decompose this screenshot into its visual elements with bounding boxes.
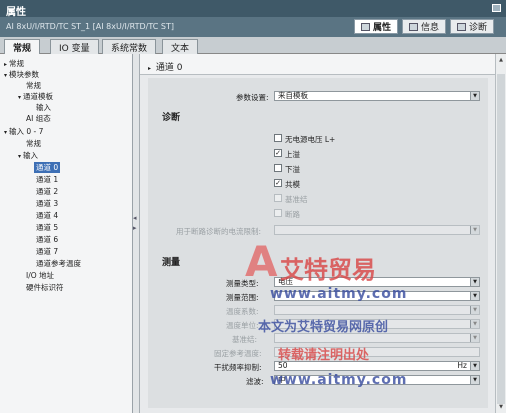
property-tabs: 常规 IO 变量 系统常数 文本	[0, 37, 506, 55]
measurement-heading: 测量	[162, 258, 181, 268]
param-setting-dropdown[interactable]: 来自模板 ▼	[274, 91, 480, 101]
nav-item-channel-7[interactable]: 通道 7	[36, 246, 58, 257]
chevron-down-icon: ▼	[470, 226, 479, 234]
properties-icon	[360, 22, 370, 31]
scroll-up-icon[interactable]: ▲	[497, 56, 505, 64]
overflow-label: 上溢	[285, 150, 300, 159]
nav-item-channel-4[interactable]: 通道 4	[36, 210, 58, 221]
reference-junction-checkbox[interactable]	[274, 194, 282, 202]
nav-item-channel-6[interactable]: 通道 6	[36, 234, 58, 245]
watermark-notice-2: 转载请注明出处	[278, 348, 370, 363]
diagnostics-icon	[456, 22, 466, 31]
module-name: AI 8xU/I/RTD/TC ST_1 [AI 8xU/I/RTD/TC ST…	[6, 22, 174, 31]
measurement-range-label: 测量范围:	[226, 293, 259, 302]
tab-general[interactable]: 常规	[4, 39, 41, 55]
chevron-down-icon: ▼	[470, 362, 479, 370]
panel-splitter[interactable]: ◂ ▸	[133, 54, 140, 413]
tab-properties[interactable]: 属性	[353, 19, 398, 34]
chevron-down-icon: ▼	[470, 334, 479, 342]
nav-item-template-input[interactable]: 输入	[36, 102, 51, 113]
underflow-checkbox[interactable]	[274, 164, 282, 172]
interference-frequency-unit: Hz	[457, 361, 467, 370]
nav-item-general[interactable]: ▸ 常规	[4, 58, 24, 69]
watermark-url-2: www.aitmy.com	[270, 372, 408, 388]
interference-frequency-label: 干扰频率抑制:	[214, 363, 262, 372]
common-mode-checkbox[interactable]: ✓	[274, 179, 282, 187]
chevron-down-icon: ▼	[470, 92, 479, 100]
tab-info-label: 信息	[420, 23, 439, 33]
watermark-brand: 艾特贸易	[280, 256, 376, 284]
no-supply-voltage-label: 无电源电压 L+	[285, 135, 336, 144]
scroll-thumb[interactable]	[497, 74, 505, 404]
nav-item-ai-config[interactable]: AI 组态	[26, 113, 51, 124]
wire-break-current-dropdown[interactable]: ▼	[274, 225, 480, 235]
reference-junction-label: 基准结	[285, 195, 308, 204]
properties-title-bar: 属性	[0, 0, 506, 18]
nav-item-inputs-0-7[interactable]: ▾ 输入 0 - 7	[4, 126, 43, 137]
scroll-down-icon[interactable]: ▼	[497, 403, 505, 411]
tab-texts[interactable]: 文本	[162, 39, 199, 54]
nav-item-inputs[interactable]: ▾ 输入	[18, 150, 38, 161]
collapse-arrow-icon: ▾	[18, 94, 22, 101]
watermark-url: www.aitmy.com	[270, 286, 408, 302]
info-icon	[408, 22, 418, 31]
chevron-down-icon: ▼	[470, 320, 479, 328]
expand-arrow-icon: ▸	[4, 61, 8, 68]
wire-break-checkbox[interactable]	[274, 209, 282, 217]
nav-item-hardware-identifier[interactable]: 硬件标识符	[26, 282, 64, 293]
nav-item-io-address[interactable]: I/O 地址	[26, 270, 54, 281]
splitter-left-arrow-icon[interactable]: ◂	[133, 214, 137, 222]
tab-diagnostics[interactable]: 诊断	[449, 19, 494, 34]
nav-item-channel-template[interactable]: ▾ 通道模板	[18, 91, 53, 102]
collapse-arrow-icon: ▾	[18, 153, 22, 160]
section-title: 通道 0	[155, 63, 183, 73]
section-header: ▸ 通道 0	[140, 54, 495, 75]
nav-item-channel-2[interactable]: 通道 2	[36, 186, 58, 197]
diagnostics-heading: 诊断	[162, 113, 181, 123]
splitter-right-arrow-icon[interactable]: ▸	[133, 224, 137, 232]
parameter-tree: ▸ 常规 ▾ 模块参数 常规 ▾ 通道模板 输入 AI 组态 ▾ 输入 0 - 7 常规…	[0, 54, 133, 413]
tab-system-constants[interactable]: 系统常数	[102, 39, 157, 54]
section-arrow-icon: ▸	[148, 65, 152, 72]
no-supply-voltage-checkbox[interactable]	[274, 134, 282, 142]
smoothing-label: 滤波:	[246, 377, 264, 386]
vertical-scrollbar[interactable]: ▲ ▼	[495, 54, 506, 413]
chevron-down-icon: ▼	[470, 376, 479, 384]
tab-diagnostics-label: 诊断	[468, 23, 487, 33]
nav-item-inputs-general[interactable]: 常规	[26, 138, 41, 149]
tab-info[interactable]: 信息	[401, 19, 446, 34]
fixed-reference-temperature-label: 固定参考温度:	[214, 349, 262, 358]
tab-properties-label: 属性	[372, 23, 391, 33]
collapse-arrow-icon: ▾	[4, 129, 8, 136]
nav-item-module-general[interactable]: 常规	[26, 80, 41, 91]
overflow-checkbox[interactable]: ✓	[274, 149, 282, 157]
chevron-down-icon: ▼	[470, 306, 479, 314]
wire-break-current-label: 用于断路诊断的电流限制:	[176, 227, 262, 236]
nav-item-channel-0[interactable]: 通道 0	[34, 162, 61, 173]
watermark-logo: A	[245, 237, 278, 286]
wire-break-label: 断路	[285, 210, 300, 219]
param-setting-label: 参数设置:	[236, 93, 269, 102]
nav-item-channel-5[interactable]: 通道 5	[36, 222, 58, 233]
inspector-tabs: 属性 信息 诊断	[353, 19, 494, 34]
nav-item-module-parameters[interactable]: ▾ 模块参数	[4, 69, 39, 80]
nav-item-channel-3[interactable]: 通道 3	[36, 198, 58, 209]
watermark-notice-1: 本文为艾特贸易网原创	[258, 320, 389, 335]
param-setting-value: 来自模板	[278, 91, 308, 100]
pin-icon[interactable]	[492, 4, 501, 12]
chevron-down-icon: ▼	[470, 292, 479, 300]
reference-junction-select-label: 基准结:	[232, 335, 258, 344]
temperature-unit-label: 温度单位:	[226, 321, 259, 330]
chevron-down-icon: ▼	[470, 278, 479, 286]
common-mode-label: 共模	[285, 180, 300, 189]
tab-io-tags[interactable]: IO 变量	[50, 39, 99, 54]
underflow-label: 下溢	[285, 165, 300, 174]
collapse-arrow-icon: ▾	[4, 72, 8, 79]
nav-item-channel-1[interactable]: 通道 1	[36, 174, 58, 185]
nav-item-reference-temperature[interactable]: 通道参考温度	[36, 258, 81, 269]
temperature-coefficient-dropdown[interactable]: ▼	[274, 305, 480, 315]
temperature-coefficient-label: 温度系数:	[226, 307, 259, 316]
